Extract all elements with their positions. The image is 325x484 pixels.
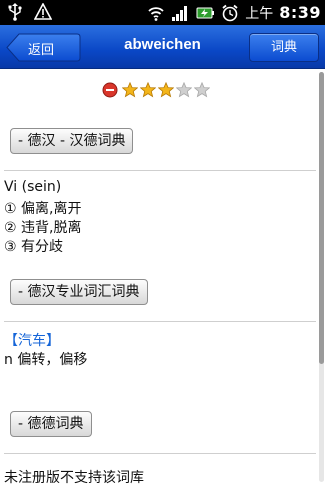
usb-icon — [8, 3, 22, 21]
scrollbar[interactable] — [319, 72, 324, 482]
star-filled-icon[interactable] — [122, 82, 138, 98]
rating — [102, 82, 210, 98]
dictionary-button-label: 词典 — [270, 40, 297, 55]
wifi-icon — [148, 6, 164, 21]
status-ampm: 上午 — [245, 5, 274, 22]
star-empty-icon[interactable] — [194, 82, 210, 98]
back-button[interactable]: 返回 — [6, 33, 81, 62]
section-divider — [4, 170, 316, 171]
section-divider — [4, 453, 316, 454]
status-time: 8:39 — [279, 3, 321, 22]
remove-rating-icon[interactable] — [102, 82, 118, 98]
dictionary-section-button-technical[interactable]: - 德汉专业词汇词典 — [10, 279, 148, 305]
definition-line: ① 偏离,离开 — [4, 201, 82, 217]
signal-icon — [172, 5, 188, 21]
star-filled-icon[interactable] — [158, 82, 174, 98]
alarm-icon — [222, 4, 238, 21]
category-label: 【汽车】 — [4, 333, 60, 349]
star-empty-icon[interactable] — [176, 82, 192, 98]
dictionary-button[interactable]: 词典 — [249, 33, 319, 62]
definition-line: ③ 有分歧 — [4, 239, 64, 255]
definition-line: n 偏转，偏移 — [4, 352, 88, 368]
definition-content: - 德汉 - 汉德词典 Vi (sein) ① 偏离,离开 ② 违背,脱离 ③ … — [0, 70, 318, 484]
dictionary-section-button-de-zh[interactable]: - 德汉 - 汉德词典 — [10, 128, 134, 154]
warning-icon — [34, 3, 52, 20]
star-rating[interactable] — [122, 82, 210, 98]
dictionary-section-button-de-de[interactable]: - 德德词典 — [10, 411, 92, 437]
definition-line: Vi (sein) — [4, 179, 62, 195]
definition-line: ② 违背,脱离 — [4, 220, 82, 236]
back-button-label: 返回 — [28, 43, 55, 58]
definition-line: 未注册版不支持该词库 — [4, 470, 144, 484]
scrollbar-thumb[interactable] — [319, 72, 324, 364]
star-filled-icon[interactable] — [140, 82, 156, 98]
section-divider — [4, 321, 316, 322]
page-title: abweichen — [124, 36, 201, 53]
title-bar: 返回 abweichen 词典 — [0, 25, 325, 69]
status-bar: 上午 8:39 — [0, 0, 325, 25]
battery-charging-icon — [196, 7, 215, 18]
